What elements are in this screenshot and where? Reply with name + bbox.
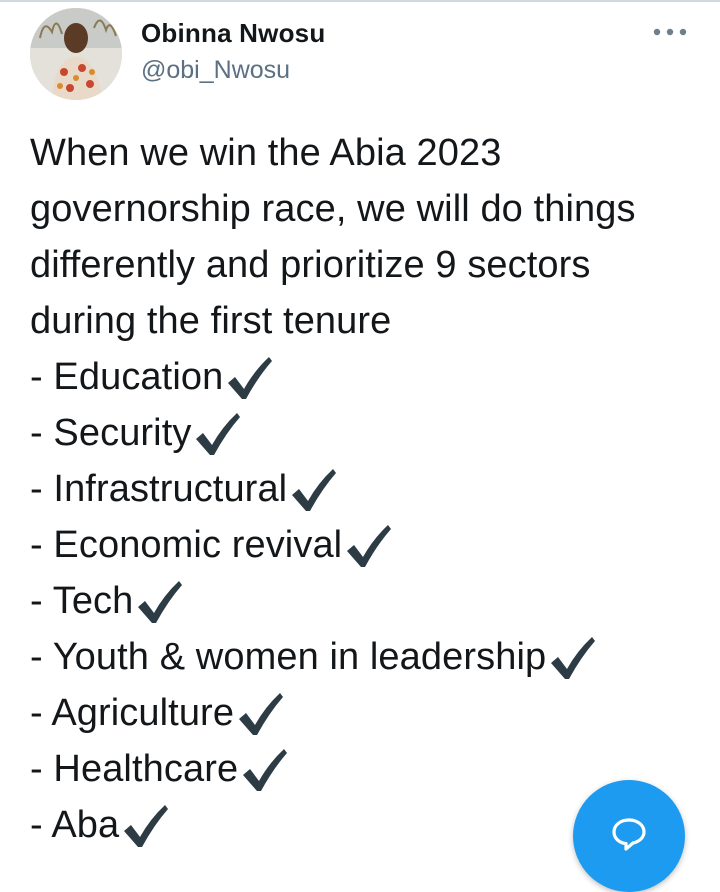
user-handle[interactable]: @obi_Nwosu <box>141 56 290 85</box>
sector-label: - Security <box>30 412 192 454</box>
sector-item: - Tech <box>30 573 690 629</box>
sector-item: - Education <box>30 349 690 405</box>
sector-label: - Youth & women in leadership <box>30 636 547 678</box>
check-mark-icon <box>124 805 169 847</box>
check-mark-icon <box>228 357 273 399</box>
check-mark-icon <box>551 637 596 679</box>
more-options-button[interactable] <box>648 18 692 46</box>
top-divider <box>0 0 720 2</box>
check-mark-icon <box>292 469 337 511</box>
sector-item: - Security <box>30 405 690 461</box>
check-mark-icon <box>196 413 241 455</box>
sector-label: - Aba <box>30 804 120 846</box>
sector-item: - Healthcare <box>30 741 690 797</box>
check-mark-icon <box>138 581 183 623</box>
sector-label: - Tech <box>30 580 134 622</box>
sector-item: - Economic revival <box>30 517 690 573</box>
display-name[interactable]: Obinna Nwosu <box>141 18 325 49</box>
sector-label: - Infrastructural <box>30 468 288 510</box>
sector-label: - Education <box>30 356 224 398</box>
sector-item: - Infrastructural <box>30 461 690 517</box>
compose-bubble-icon <box>612 818 646 851</box>
sector-item: - Youth & women in leadership <box>30 629 690 685</box>
avatar[interactable] <box>30 8 122 100</box>
sector-label: - Economic revival <box>30 524 343 566</box>
sector-label: - Agriculture <box>30 692 235 734</box>
check-mark-icon <box>347 525 392 567</box>
compose-reply-button[interactable] <box>573 780 685 892</box>
sector-list: - Education - Security - Infrastructural - … <box>30 349 690 853</box>
check-mark-icon <box>243 749 288 791</box>
tweet-body: When we win the Abia 2023 governorship r… <box>30 125 690 853</box>
tweet-intro-text: When we win the Abia 2023 governorship r… <box>30 132 636 342</box>
sector-label: - Healthcare <box>30 748 239 790</box>
sector-item: - Agriculture <box>30 685 690 741</box>
avatar-photo <box>30 8 122 100</box>
more-dots-icon <box>653 28 687 36</box>
check-mark-icon <box>239 693 284 735</box>
